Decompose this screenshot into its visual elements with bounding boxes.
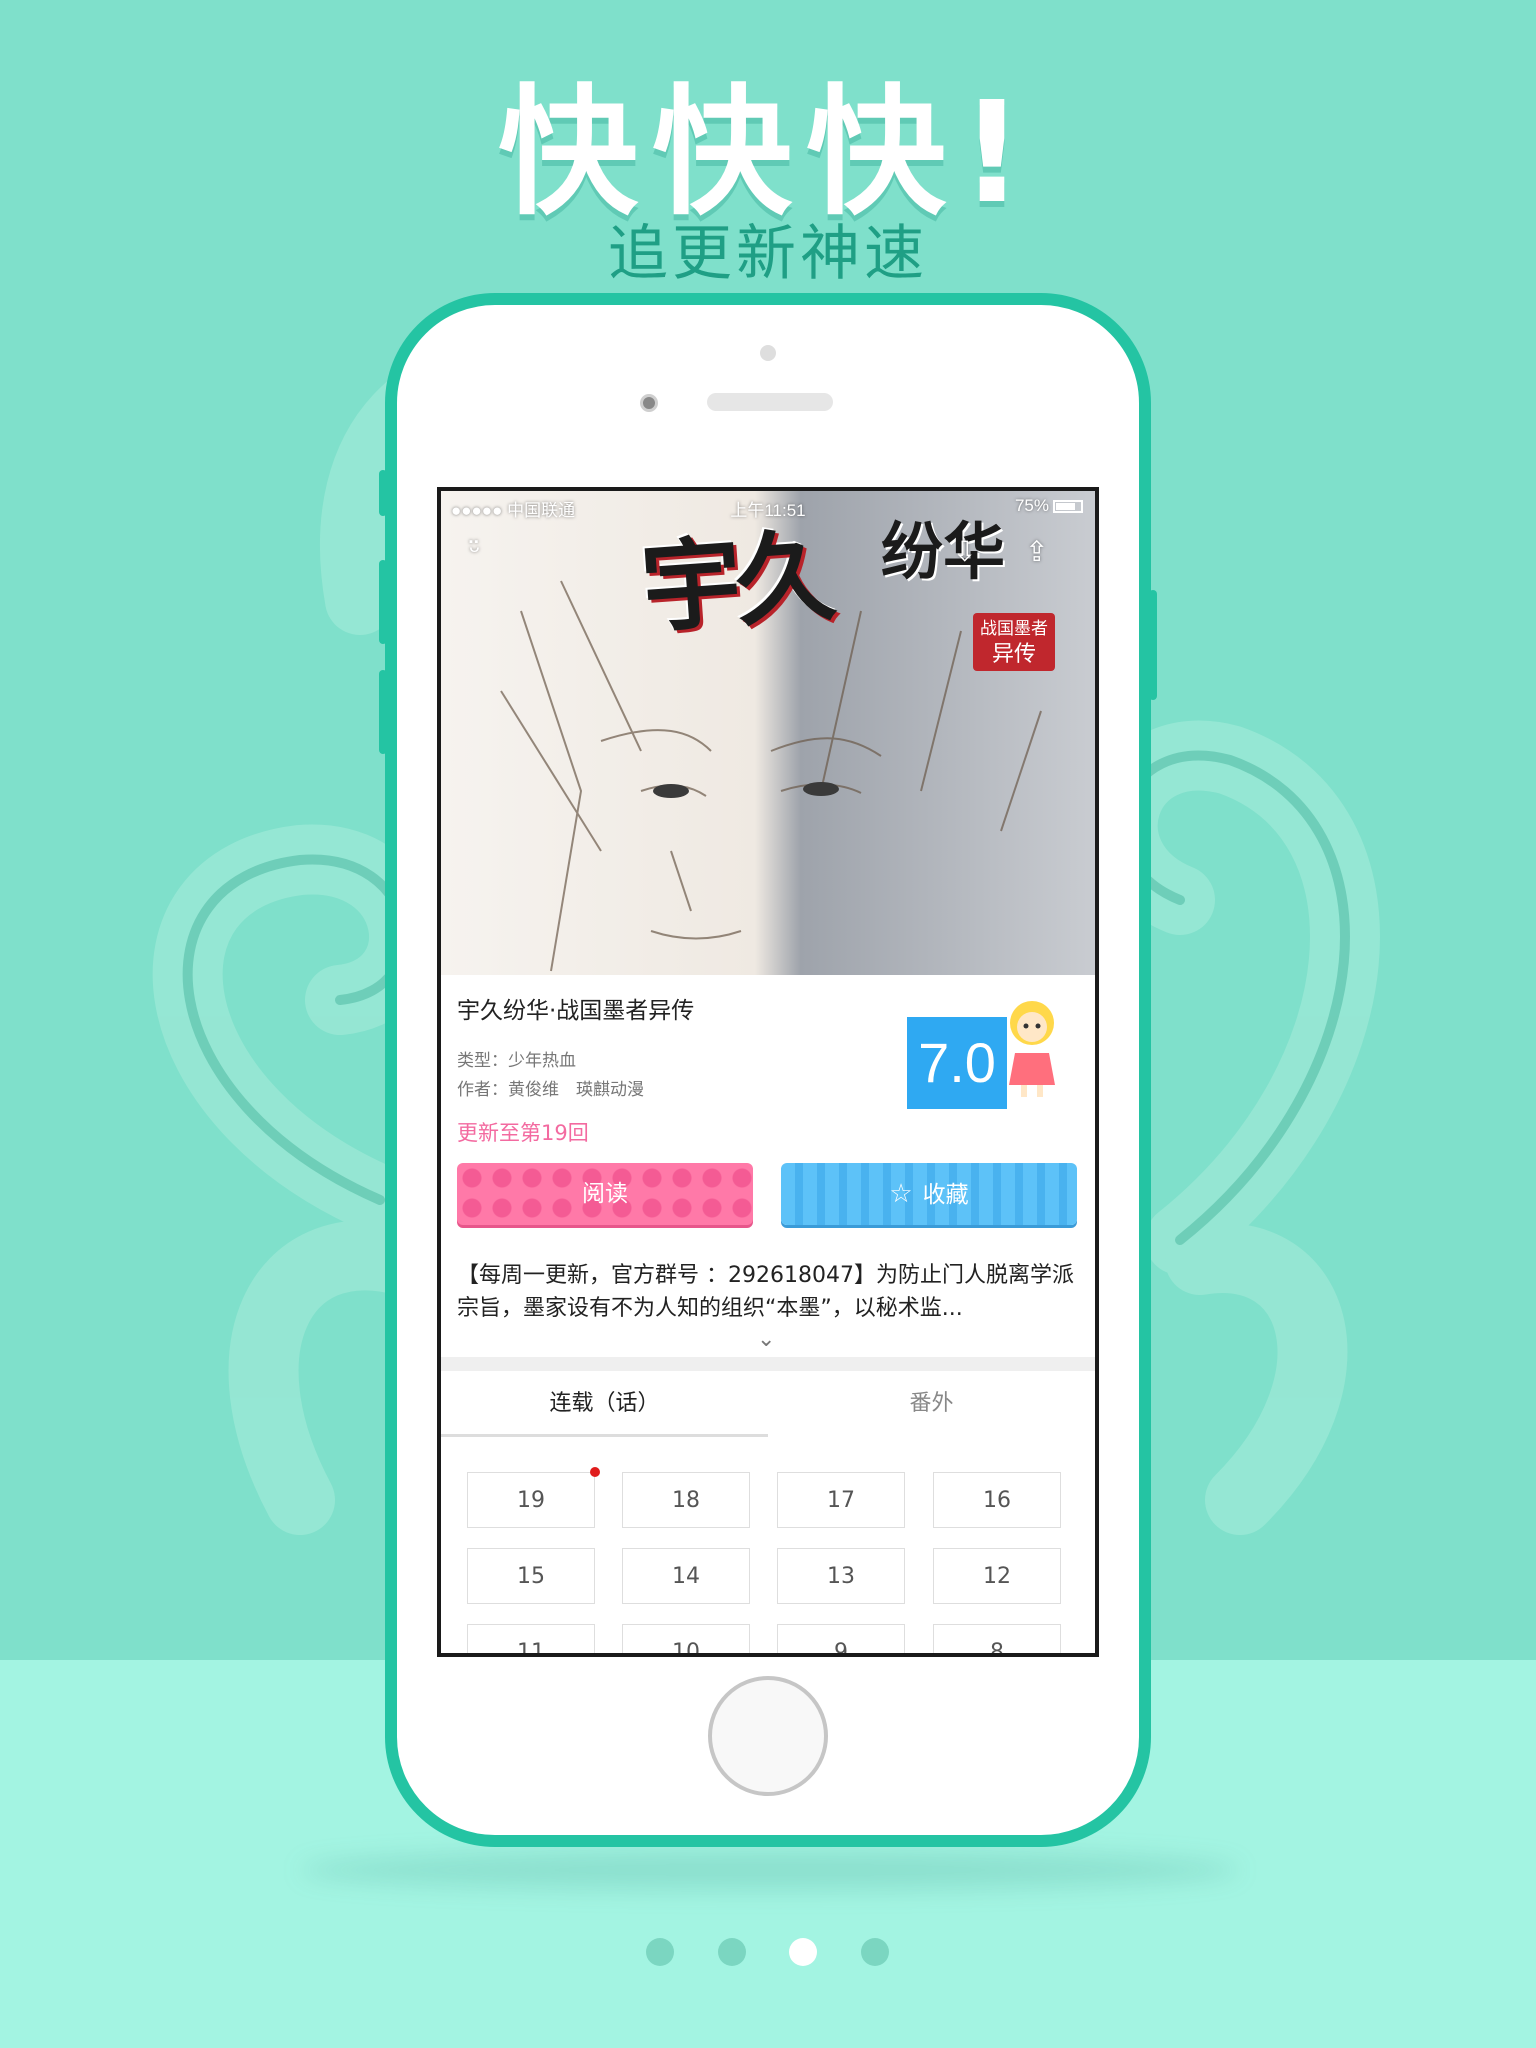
stamp-line1: 战国墨者 (980, 619, 1048, 639)
chapter-button[interactable]: 12 (933, 1548, 1061, 1604)
tab-extra[interactable]: 番外 (768, 1371, 1095, 1437)
chapter-number: 19 (517, 1488, 545, 1513)
front-camera (640, 394, 658, 412)
chapter-number: 8 (990, 1640, 1004, 1657)
comic-cover: 宇久 纷华 战国墨者 异传 ᵕ̈ ⇩ ⇪ ●●●●● 中国联通 上午11:51 … (441, 491, 1095, 975)
chapter-number: 15 (517, 1564, 545, 1589)
share-icon[interactable]: ⇪ (1025, 535, 1048, 568)
chapter-number: 17 (827, 1488, 855, 1513)
chapter-button[interactable]: 15 (467, 1548, 595, 1604)
chapter-number: 10 (672, 1640, 700, 1657)
chapter-button[interactable]: 18 (622, 1472, 750, 1528)
stamp-line2: 异传 (991, 642, 1036, 667)
phone-screen: 宇久 纷华 战国墨者 异传 ᵕ̈ ⇩ ⇪ ●●●●● 中国联通 上午11:51 … (437, 487, 1099, 1657)
earpiece-speaker (707, 393, 833, 411)
tab-serial[interactable]: 连载（话） (441, 1371, 768, 1437)
cover-stamp: 战国墨者 异传 (973, 613, 1055, 671)
chapter-button[interactable]: 16 (933, 1472, 1061, 1528)
battery-status: 75% (1015, 496, 1083, 516)
page-dot-active[interactable] (789, 1938, 817, 1966)
status-bar: ●●●●● 中国联通 上午11:51 75% (441, 491, 1095, 521)
read-button[interactable]: 阅读 (457, 1163, 753, 1225)
proximity-sensor (760, 345, 776, 361)
update-status: 更新至第19回 (457, 1121, 589, 1145)
chapter-number: 14 (672, 1564, 700, 1589)
mascot-icon (1009, 1001, 1055, 1097)
chapter-number: 16 (983, 1488, 1011, 1513)
chapter-number: 12 (983, 1564, 1011, 1589)
page-dot[interactable] (861, 1938, 889, 1966)
chapter-button[interactable]: 17 (777, 1472, 905, 1528)
back-icon[interactable]: ᵕ̈ (469, 535, 481, 568)
new-badge (590, 1467, 600, 1477)
chevron-down-icon[interactable]: ⌄ (757, 1327, 775, 1352)
chapter-button[interactable]: 8 (933, 1624, 1061, 1657)
favorite-button[interactable]: ☆ 收藏 (781, 1163, 1077, 1225)
chapter-number: 13 (827, 1564, 855, 1589)
chapter-number: 18 (672, 1488, 700, 1513)
chapter-tabs: 连载（话） 番外 (441, 1371, 1095, 1437)
status-time: 上午11:51 (730, 501, 806, 520)
chapter-button[interactable]: 11 (467, 1624, 595, 1657)
page-dot[interactable] (646, 1938, 674, 1966)
rating-score: 7.0 (907, 1017, 1007, 1109)
battery-percent: 75% (1014, 496, 1049, 515)
favorite-label: 收藏 (922, 1182, 969, 1208)
download-icon[interactable]: ⇩ (953, 535, 976, 568)
star-icon: ☆ (889, 1179, 913, 1209)
chapter-number: 9 (834, 1640, 848, 1657)
chapter-button[interactable]: 10 (622, 1624, 750, 1657)
chapter-button[interactable]: 14 (622, 1548, 750, 1604)
chapter-button[interactable]: 19 (467, 1467, 600, 1528)
chapter-button[interactable]: 13 (777, 1548, 905, 1604)
promo-subline: 追更新神速 (608, 219, 928, 289)
phone-shadow (300, 1850, 1240, 1890)
page-dot[interactable] (718, 1938, 746, 1966)
section-divider (441, 1357, 1095, 1371)
chapter-button[interactable]: 9 (777, 1624, 905, 1657)
pagination-dots (0, 1938, 1536, 1968)
home-button[interactable] (708, 1676, 828, 1796)
chapter-number: 11 (517, 1640, 545, 1657)
battery-icon (1053, 500, 1083, 513)
comic-description: 【每周一更新，官方群号 ：292618047】为防止门人脱离学派宗旨，墨家设有不… (457, 1263, 1074, 1321)
